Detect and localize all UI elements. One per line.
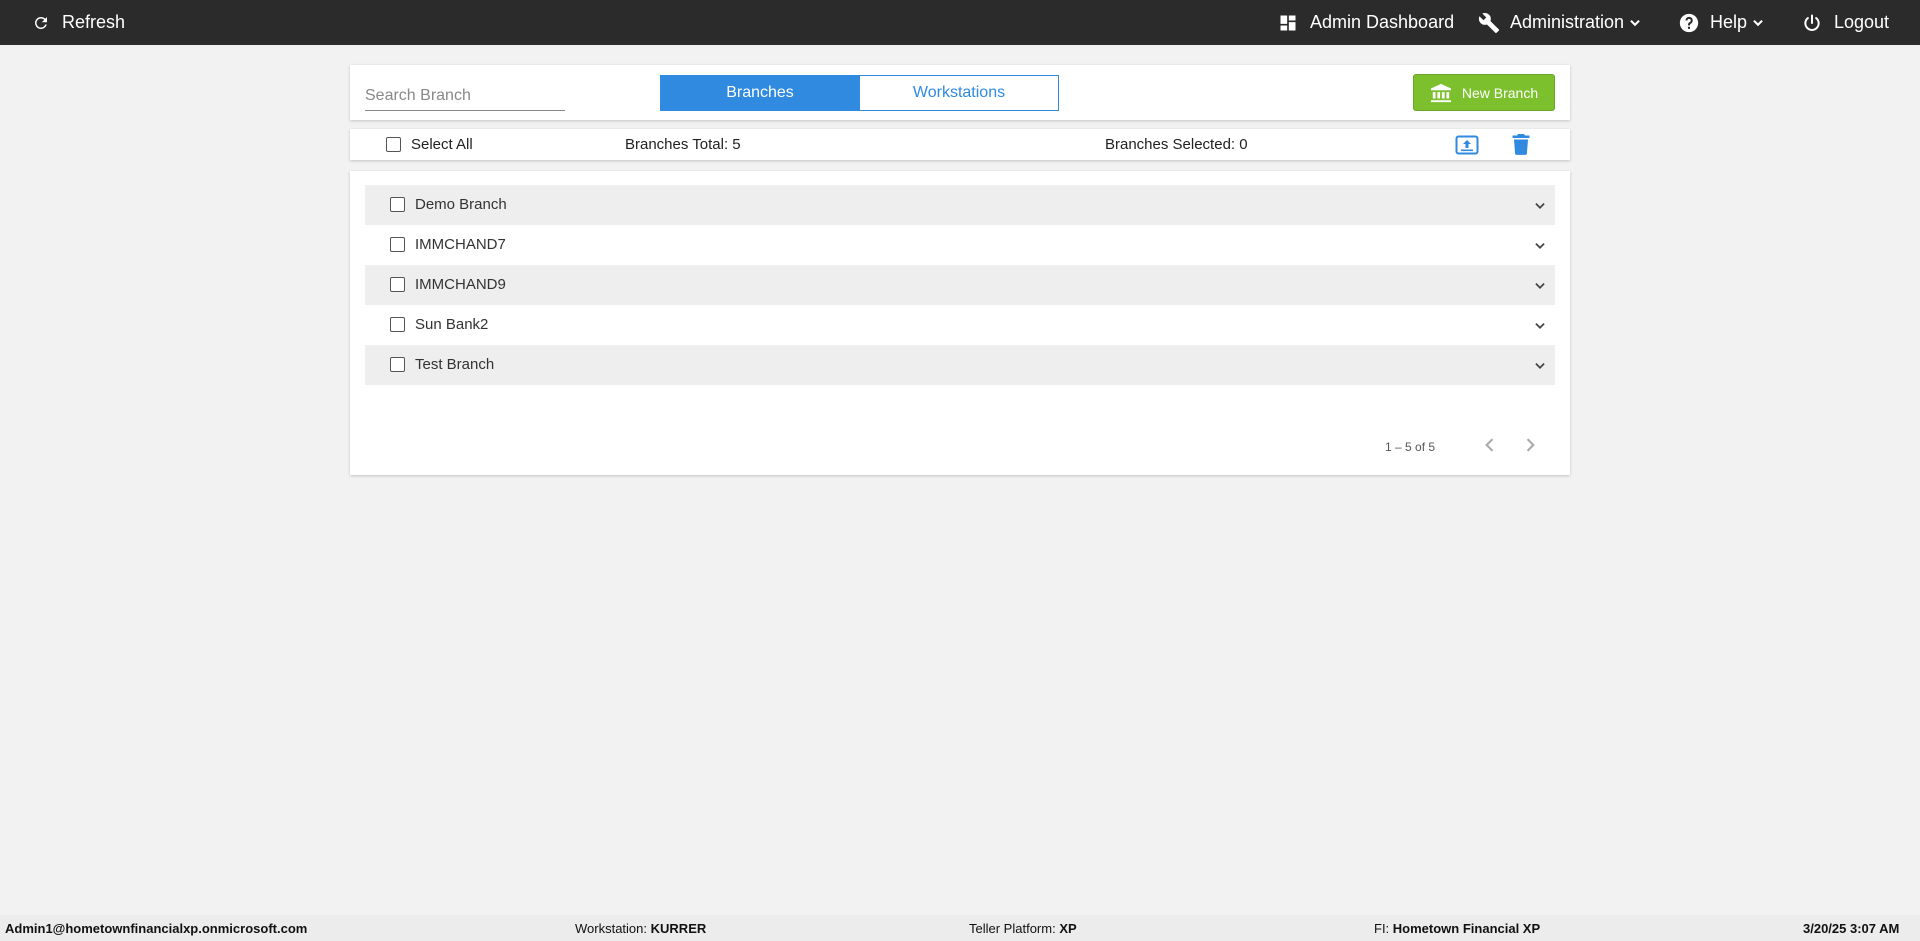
branch-name: IMMCHAND9 bbox=[415, 276, 506, 293]
chevron-down-icon[interactable] bbox=[1533, 359, 1547, 373]
top-navigation-bar: Refresh Admin Dashboard Administration H… bbox=[0, 0, 1920, 45]
teller-platform-value: XP bbox=[1059, 921, 1077, 936]
dashboard-icon bbox=[1280, 15, 1296, 30]
chevron-down-icon[interactable] bbox=[1533, 279, 1547, 293]
workstation-status: Workstation: KURRER bbox=[575, 921, 706, 936]
chevron-down-icon bbox=[1753, 19, 1763, 26]
select-all-checkbox[interactable]: Select All bbox=[386, 129, 473, 160]
help-label: Help bbox=[1710, 12, 1748, 32]
teller-platform-status: Teller Platform: XP bbox=[969, 921, 1077, 936]
fi-status: FI: Hometown Financial XP bbox=[1374, 921, 1540, 936]
new-branch-label: New Branch bbox=[1461, 84, 1539, 101]
help-menu[interactable]: Help bbox=[1678, 0, 1765, 45]
admin-dashboard-link[interactable]: Admin Dashboard bbox=[1278, 0, 1454, 45]
list-item[interactable]: Demo Branch bbox=[365, 185, 1555, 225]
checkbox[interactable] bbox=[390, 277, 405, 292]
workstation-label: Workstation: bbox=[575, 921, 648, 936]
list-item[interactable]: IMMCHAND9 bbox=[365, 265, 1555, 305]
selection-toolbar: Select All Branches Total: 5 Branches Se… bbox=[350, 129, 1570, 160]
branches-selected: Branches Selected: 0 bbox=[1105, 136, 1248, 153]
current-user: Admin1@hometownfinancialxp.onmicrosoft.c… bbox=[5, 921, 308, 936]
wrench-icon bbox=[1478, 12, 1500, 33]
chevron-left-icon[interactable] bbox=[1480, 435, 1500, 455]
help-circle-icon bbox=[1679, 13, 1699, 32]
branch-name: Sun Bank2 bbox=[415, 316, 489, 333]
list-item[interactable]: Test Branch bbox=[365, 345, 1555, 385]
branch-list-card: Demo Branch IMMCHAND7 IMMCHAND9 Sun Bank… bbox=[350, 171, 1570, 475]
list-item[interactable]: Sun Bank2 bbox=[365, 305, 1555, 345]
teller-platform-label: Teller Platform: bbox=[969, 921, 1056, 936]
search-branch-input[interactable] bbox=[365, 81, 565, 111]
logout-button[interactable]: Logout bbox=[1802, 0, 1889, 45]
upload-box-icon[interactable] bbox=[1455, 135, 1479, 159]
fi-value: Hometown Financial XP bbox=[1392, 921, 1541, 936]
new-branch-button[interactable]: New Branch bbox=[1413, 74, 1555, 111]
status-datetime: 3/20/25 3:07 AM bbox=[1803, 921, 1900, 936]
status-bar: Admin1@hometownfinancialxp.onmicrosoft.c… bbox=[0, 915, 1920, 941]
admin-dashboard-label: Admin Dashboard bbox=[1310, 12, 1455, 32]
chevron-right-icon[interactable] bbox=[1520, 435, 1540, 455]
chevron-down-icon[interactable] bbox=[1533, 319, 1547, 333]
refresh-icon bbox=[34, 16, 47, 29]
branch-header-card: Branches Workstations New Branch bbox=[350, 65, 1570, 120]
branch-name: Test Branch bbox=[415, 356, 495, 373]
bank-icon bbox=[1430, 83, 1451, 102]
refresh-label: Refresh bbox=[62, 12, 126, 32]
branch-name: IMMCHAND7 bbox=[415, 236, 506, 253]
checkbox[interactable] bbox=[390, 357, 405, 372]
workstation-value: KURRER bbox=[650, 921, 707, 936]
chevron-down-icon bbox=[1630, 19, 1640, 26]
select-all-label: Select All bbox=[411, 136, 473, 153]
list-item[interactable]: IMMCHAND7 bbox=[365, 225, 1555, 265]
branches-total: Branches Total: 5 bbox=[625, 136, 741, 153]
checkbox[interactable] bbox=[390, 317, 405, 332]
checkbox[interactable] bbox=[386, 137, 401, 152]
checkbox[interactable] bbox=[390, 237, 405, 252]
tab-workstations[interactable]: Workstations bbox=[859, 75, 1059, 111]
administration-label: Administration bbox=[1510, 12, 1625, 32]
refresh-button[interactable]: Refresh bbox=[32, 0, 125, 45]
chevron-down-icon[interactable] bbox=[1533, 199, 1547, 213]
checkbox[interactable] bbox=[390, 197, 405, 212]
chevron-down-icon[interactable] bbox=[1533, 239, 1547, 253]
trash-icon[interactable] bbox=[1512, 134, 1530, 159]
administration-menu[interactable]: Administration bbox=[1478, 0, 1642, 45]
pagination-range: 1 – 5 of 5 bbox=[1385, 440, 1436, 454]
branch-name: Demo Branch bbox=[415, 196, 507, 213]
logout-label: Logout bbox=[1834, 12, 1890, 32]
fi-label: FI: bbox=[1374, 921, 1390, 936]
power-icon bbox=[1804, 14, 1820, 31]
tab-branches[interactable]: Branches bbox=[660, 75, 860, 111]
